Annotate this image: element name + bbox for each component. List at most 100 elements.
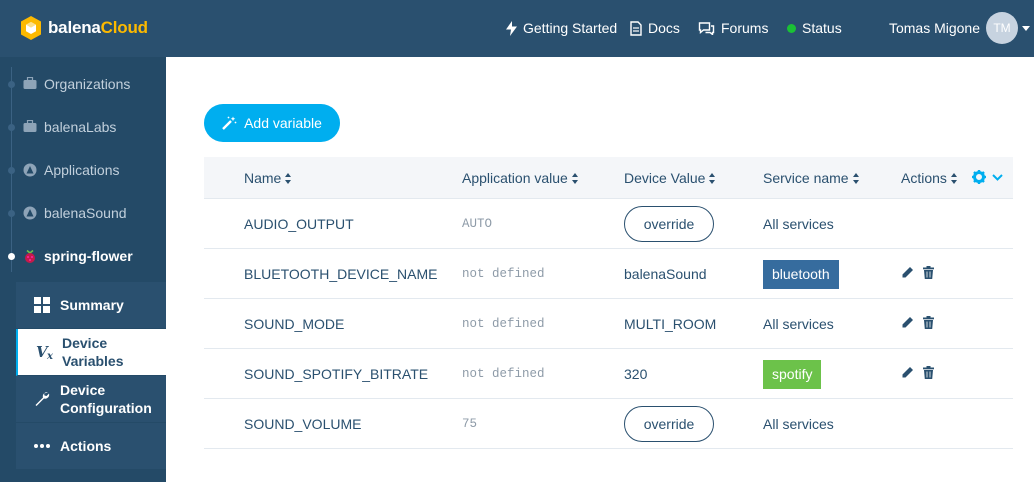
actions-cell bbox=[901, 349, 934, 399]
breadcrumb-label: Applications bbox=[44, 162, 120, 178]
bolt-icon bbox=[506, 20, 517, 36]
pencil-icon bbox=[902, 367, 913, 378]
pencil-icon bbox=[902, 267, 913, 278]
column-header-service-name[interactable]: Service name bbox=[763, 170, 860, 186]
service-name-cell: bluetooth bbox=[763, 249, 839, 299]
application-value: not defined bbox=[462, 317, 545, 331]
breadcrumb-label: spring-flower bbox=[44, 248, 133, 264]
table-row: SOUND_MODE not defined MULTI_ROOM All servi… bbox=[204, 299, 1013, 349]
column-header-device-value[interactable]: Device Value bbox=[624, 170, 716, 186]
column-header-name[interactable]: Name bbox=[244, 170, 292, 186]
device-value-cell: override bbox=[624, 199, 714, 249]
override-button[interactable]: override bbox=[624, 206, 714, 242]
user-menu[interactable]: Tomas Migone TM bbox=[889, 12, 1030, 44]
add-variable-button[interactable]: Add variable bbox=[204, 104, 340, 142]
column-settings-button[interactable] bbox=[972, 170, 1003, 184]
breadcrumb-applications[interactable]: Applications bbox=[0, 155, 166, 185]
avatar: TM bbox=[986, 12, 1018, 44]
variable-name-cell[interactable]: SOUND_MODE bbox=[244, 299, 344, 349]
sort-icon bbox=[709, 172, 716, 184]
briefcase-icon bbox=[23, 120, 37, 132]
actions-cell bbox=[901, 249, 934, 299]
delete-button[interactable] bbox=[923, 316, 934, 332]
override-button[interactable]: override bbox=[624, 406, 714, 442]
tree-node-dot bbox=[8, 209, 15, 217]
status-dot-icon bbox=[787, 23, 796, 33]
chevron-down-icon bbox=[992, 173, 1003, 181]
device-value: balenaSound bbox=[624, 266, 707, 282]
nav-docs-label: Docs bbox=[648, 20, 680, 36]
subnav-device-configuration[interactable]: Device Configuration bbox=[16, 376, 166, 423]
sidebar: Organizations balenaLabs Applications ba… bbox=[0, 57, 166, 482]
tree-node-dot bbox=[8, 166, 15, 174]
variable-name: BLUETOOTH_DEVICE_NAME bbox=[244, 266, 438, 282]
delete-button[interactable] bbox=[923, 366, 934, 382]
breadcrumb-label: balenaSound bbox=[44, 205, 127, 221]
sort-icon bbox=[852, 172, 860, 184]
balena-cloud-logo[interactable]: balenaCloud bbox=[20, 15, 148, 41]
svg-text:x: x bbox=[46, 351, 54, 360]
variable-name-cell[interactable]: BLUETOOTH_DEVICE_NAME bbox=[244, 249, 437, 299]
tree-node-dot bbox=[8, 123, 15, 131]
service-tag: bluetooth bbox=[763, 259, 839, 289]
device-subnav: Summary Vx Device Variables Device Confi… bbox=[16, 282, 166, 470]
service-name: All services bbox=[763, 216, 834, 232]
subnav-label: Actions bbox=[60, 438, 112, 454]
application-value: 75 bbox=[462, 417, 478, 431]
column-header-label: Actions bbox=[901, 170, 947, 186]
subnav-device-variables[interactable]: Vx Device Variables bbox=[16, 329, 166, 376]
service-name-cell: All services bbox=[763, 199, 834, 249]
application-value-cell: 75 bbox=[462, 399, 477, 449]
gear-icon bbox=[972, 170, 986, 184]
actions-cell bbox=[901, 299, 934, 349]
variables-icon: Vx bbox=[36, 344, 54, 360]
table-row: SOUND_VOLUME 75 override All services bbox=[204, 399, 1013, 449]
edit-button[interactable] bbox=[901, 266, 914, 282]
nav-status[interactable]: Status bbox=[787, 20, 842, 36]
device-value-cell: MULTI_ROOM bbox=[624, 299, 716, 349]
subnav-summary[interactable]: Summary bbox=[16, 282, 166, 329]
magic-wand-icon bbox=[222, 116, 237, 130]
delete-button[interactable] bbox=[923, 266, 934, 282]
trash-icon bbox=[923, 366, 934, 379]
briefcase-icon bbox=[23, 77, 37, 89]
device-value: MULTI_ROOM bbox=[624, 316, 717, 332]
service-name: All services bbox=[763, 316, 834, 332]
breadcrumb-balenalabs[interactable]: balenaLabs bbox=[0, 112, 166, 142]
nav-getting-started[interactable]: Getting Started bbox=[506, 20, 617, 36]
top-bar: balenaCloud Getting Started Docs Forums … bbox=[0, 0, 1034, 57]
breadcrumb-balenasound[interactable]: balenaSound bbox=[0, 198, 166, 228]
application-value: not defined bbox=[462, 367, 545, 381]
breadcrumb-spring-flower[interactable]: spring-flower bbox=[0, 241, 166, 271]
variable-name: SOUND_VOLUME bbox=[244, 416, 362, 432]
subnav-actions[interactable]: Actions bbox=[16, 423, 166, 470]
variable-name: SOUND_SPOTIFY_BITRATE bbox=[244, 366, 429, 382]
brand-name: balena bbox=[48, 18, 101, 37]
nav-docs[interactable]: Docs bbox=[630, 20, 680, 36]
edit-button[interactable] bbox=[901, 316, 914, 332]
nav-getting-started-label: Getting Started bbox=[523, 20, 618, 36]
application-value-cell: AUTO bbox=[462, 199, 492, 249]
column-header-application-value[interactable]: Application value bbox=[462, 170, 579, 186]
variable-name-cell[interactable]: SOUND_SPOTIFY_BITRATE bbox=[244, 349, 428, 399]
variable-name-cell[interactable]: SOUND_VOLUME bbox=[244, 399, 361, 449]
edit-button[interactable] bbox=[901, 366, 914, 382]
service-tag: spotify bbox=[763, 359, 822, 389]
nav-forums[interactable]: Forums bbox=[698, 20, 768, 36]
document-icon bbox=[630, 20, 642, 36]
column-header-actions[interactable]: Actions bbox=[901, 170, 958, 186]
column-header-label: Name bbox=[244, 170, 282, 186]
nav-forums-label: Forums bbox=[721, 20, 769, 36]
service-name-cell: spotify bbox=[763, 349, 822, 399]
service-name: All services bbox=[763, 416, 834, 432]
trash-icon bbox=[923, 266, 934, 279]
user-name: Tomas Migone bbox=[888, 20, 980, 36]
add-variable-label: Add variable bbox=[244, 115, 322, 131]
variable-name: SOUND_MODE bbox=[244, 316, 345, 332]
balena-app-icon bbox=[23, 163, 37, 177]
table-body: AUDIO_OUTPUT AUTO override All services BLUE… bbox=[204, 199, 1013, 449]
column-header-label: Service name bbox=[763, 170, 849, 186]
breadcrumb-organizations[interactable]: Organizations bbox=[0, 69, 166, 99]
subnav-label: Summary bbox=[60, 297, 124, 313]
variable-name-cell[interactable]: AUDIO_OUTPUT bbox=[244, 199, 354, 249]
